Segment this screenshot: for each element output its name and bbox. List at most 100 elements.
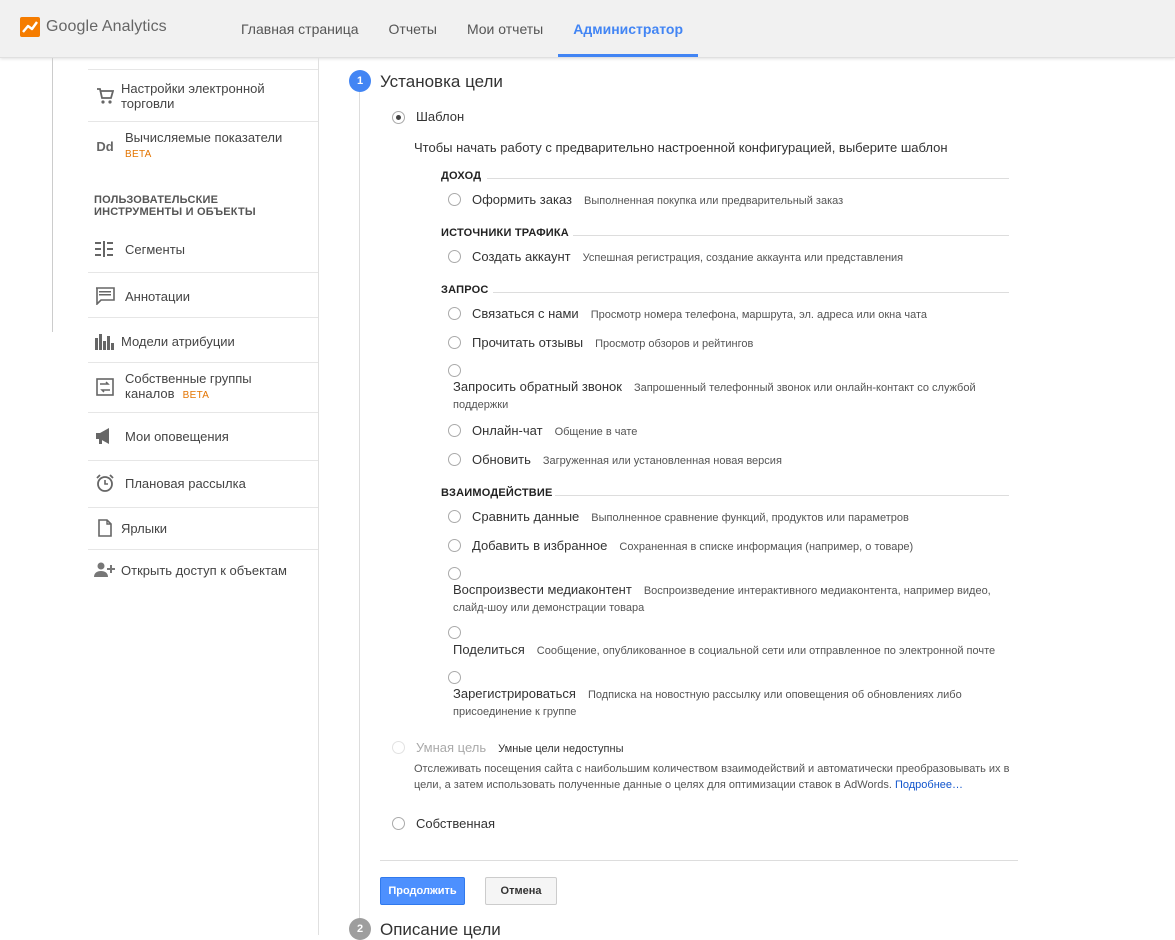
goal-option[interactable]: Обновить Загруженная или установленная но… bbox=[472, 452, 782, 467]
category-heading: ВЗАИМОДЕЙСТВИЕ bbox=[441, 487, 553, 499]
goal-option[interactable]: Поделиться Сообщение, опубликованное в со… bbox=[453, 642, 995, 657]
divider bbox=[88, 549, 318, 550]
beta-badge: BETA bbox=[182, 390, 210, 401]
category-divider bbox=[493, 292, 1009, 293]
goal-option-radio[interactable] bbox=[448, 193, 461, 206]
goal-option[interactable]: Оформить заказ Выполненная покупка или пр… bbox=[472, 192, 843, 207]
document-icon bbox=[94, 517, 116, 539]
megaphone-icon bbox=[94, 425, 116, 447]
goal-option[interactable]: Сравнить данные Выполненное сравнение фун… bbox=[472, 509, 909, 524]
sidebar-item-label: Ярлыки bbox=[121, 520, 168, 536]
template-radio[interactable] bbox=[392, 111, 405, 124]
bar-chart-icon bbox=[94, 330, 116, 352]
sidebar-item-label: Вычисляемые показатели bbox=[125, 130, 283, 145]
logo[interactable]: Google Analytics bbox=[20, 16, 167, 38]
smart-goal-description: Отслеживать посещения сайта с наибольшим… bbox=[414, 763, 1010, 791]
goal-option-radio[interactable] bbox=[448, 424, 461, 437]
sidebar-item-shortcuts[interactable]: Ярлыки bbox=[88, 515, 318, 541]
category-divider bbox=[555, 495, 1009, 496]
smart-goal-option: Умная цель Умные цели недоступны bbox=[416, 740, 624, 755]
brand-name: Google Analytics bbox=[46, 18, 167, 35]
goal-option[interactable]: Создать аккаунт Успешная регистрация, соз… bbox=[472, 249, 903, 264]
sidebar-item-attribution-models[interactable]: Модели атрибуции bbox=[88, 328, 318, 354]
top-bar: Google Analytics Главная страница Отчеты… bbox=[0, 0, 1175, 58]
goal-option-radio[interactable] bbox=[448, 364, 461, 377]
beta-badge: BETA bbox=[125, 149, 152, 160]
sidebar-item-label: Модели атрибуции bbox=[121, 333, 235, 349]
sidebar-divider bbox=[318, 58, 319, 935]
goal-option-radio[interactable] bbox=[448, 336, 461, 349]
sidebar-item-annotations[interactable]: Аннотации bbox=[88, 283, 318, 309]
continue-button[interactable]: Продолжить bbox=[380, 877, 465, 905]
sidebar-item-channel-groups[interactable]: Собственные группы каналов BETA bbox=[88, 371, 318, 403]
goal-option[interactable]: Добавить в избранное Сохраненная в списке… bbox=[472, 538, 913, 553]
sidebar-item-label: Мои оповещения bbox=[125, 428, 229, 444]
section-heading: ПОЛЬЗОВАТЕЛЬСКИЕ ИНСТРУМЕНТЫ И ОБЪЕКТЫ bbox=[94, 194, 256, 218]
sidebar-item-alerts[interactable]: Мои оповещения bbox=[88, 423, 318, 449]
goal-option[interactable]: Онлайн-чат Общение в чате bbox=[472, 423, 637, 438]
alarm-clock-icon bbox=[94, 472, 116, 494]
category-divider bbox=[487, 178, 1009, 179]
divider bbox=[88, 362, 318, 363]
goal-option-radio[interactable] bbox=[448, 539, 461, 552]
divider bbox=[88, 121, 318, 122]
analytics-logo-icon bbox=[20, 17, 40, 37]
category-heading: ЗАПРОС bbox=[441, 284, 489, 296]
step-1-title: Установка цели bbox=[380, 72, 503, 91]
template-label: Шаблон bbox=[416, 109, 465, 124]
sidebar-item-segments[interactable]: Сегменты bbox=[88, 236, 318, 262]
divider bbox=[88, 507, 318, 508]
divider bbox=[88, 69, 318, 70]
goal-option-radio[interactable] bbox=[448, 250, 461, 263]
divider bbox=[88, 412, 318, 413]
goal-option-radio[interactable] bbox=[448, 453, 461, 466]
sidebar-item-label: Открыть доступ к объектам bbox=[121, 562, 287, 578]
main-nav: Главная страница Отчеты Мои отчеты Админ… bbox=[226, 0, 699, 57]
goal-option[interactable]: Зарегистрироваться Подписка на новостную … bbox=[453, 686, 993, 720]
custom-goal-radio[interactable] bbox=[392, 817, 405, 830]
dd-icon: Dd bbox=[96, 138, 114, 154]
goal-option[interactable]: Прочитать отзывы Просмотр обзоров и рейти… bbox=[472, 335, 753, 350]
category-heading: ИСТОЧНИКИ ТРАФИКА bbox=[441, 227, 569, 239]
tab-my-reports[interactable]: Мои отчеты bbox=[452, 0, 558, 57]
cart-icon bbox=[94, 85, 116, 107]
sidebar-scroll-track bbox=[52, 58, 53, 332]
tab-reports[interactable]: Отчеты bbox=[374, 0, 452, 57]
goal-option-radio[interactable] bbox=[448, 567, 461, 580]
goal-option-radio[interactable] bbox=[448, 510, 461, 523]
sidebar-item-label: Аннотации bbox=[125, 288, 190, 304]
goal-option-radio[interactable] bbox=[448, 626, 461, 639]
add-person-icon bbox=[94, 559, 116, 581]
category-divider bbox=[573, 235, 1009, 236]
sidebar-item-label: Настройки электронной торговли bbox=[121, 81, 265, 111]
learn-more-link[interactable]: Подробнее… bbox=[895, 779, 963, 791]
tab-home[interactable]: Главная страница bbox=[226, 0, 374, 57]
cancel-button[interactable]: Отмена bbox=[485, 877, 557, 905]
template-hint: Чтобы начать работу с предварительно нас… bbox=[414, 140, 948, 155]
goal-option-radio[interactable] bbox=[448, 671, 461, 684]
sidebar-item-scheduled-emails[interactable]: Плановая рассылка bbox=[88, 470, 318, 496]
annotation-icon bbox=[94, 285, 116, 307]
sidebar-item-label: Сегменты bbox=[125, 241, 186, 257]
step-2-badge: 2 bbox=[349, 918, 371, 940]
divider bbox=[88, 317, 318, 318]
smart-goal-radio bbox=[392, 741, 405, 754]
category-heading: ДОХОД bbox=[441, 170, 482, 182]
sidebar-item-ecommerce[interactable]: Настройки электронной торговли bbox=[88, 80, 318, 112]
goal-option-radio[interactable] bbox=[448, 307, 461, 320]
goal-option[interactable]: Связаться с нами Просмотр номера телефона… bbox=[472, 306, 927, 321]
sidebar-item-label: Плановая рассылка bbox=[125, 475, 246, 491]
goal-option[interactable]: Воспроизвести медиаконтент Воспроизведени… bbox=[453, 582, 998, 616]
divider bbox=[88, 272, 318, 273]
goal-option[interactable]: Запросить обратный звонок Запрошенный тел… bbox=[453, 379, 993, 413]
tab-admin[interactable]: Администратор bbox=[558, 0, 699, 57]
sidebar-item-share-assets[interactable]: Открыть доступ к объектам bbox=[88, 557, 318, 583]
divider bbox=[88, 460, 318, 461]
custom-goal-label: Собственная bbox=[416, 816, 495, 831]
step-1-badge: 1 bbox=[349, 70, 371, 92]
step-2-title[interactable]: Описание цели bbox=[380, 920, 501, 940]
segments-icon bbox=[94, 238, 116, 260]
sidebar-item-calculated-metrics[interactable]: Dd Вычисляемые показатели BETA bbox=[88, 130, 318, 162]
step-connector bbox=[359, 90, 360, 935]
channel-groups-icon bbox=[94, 376, 116, 398]
